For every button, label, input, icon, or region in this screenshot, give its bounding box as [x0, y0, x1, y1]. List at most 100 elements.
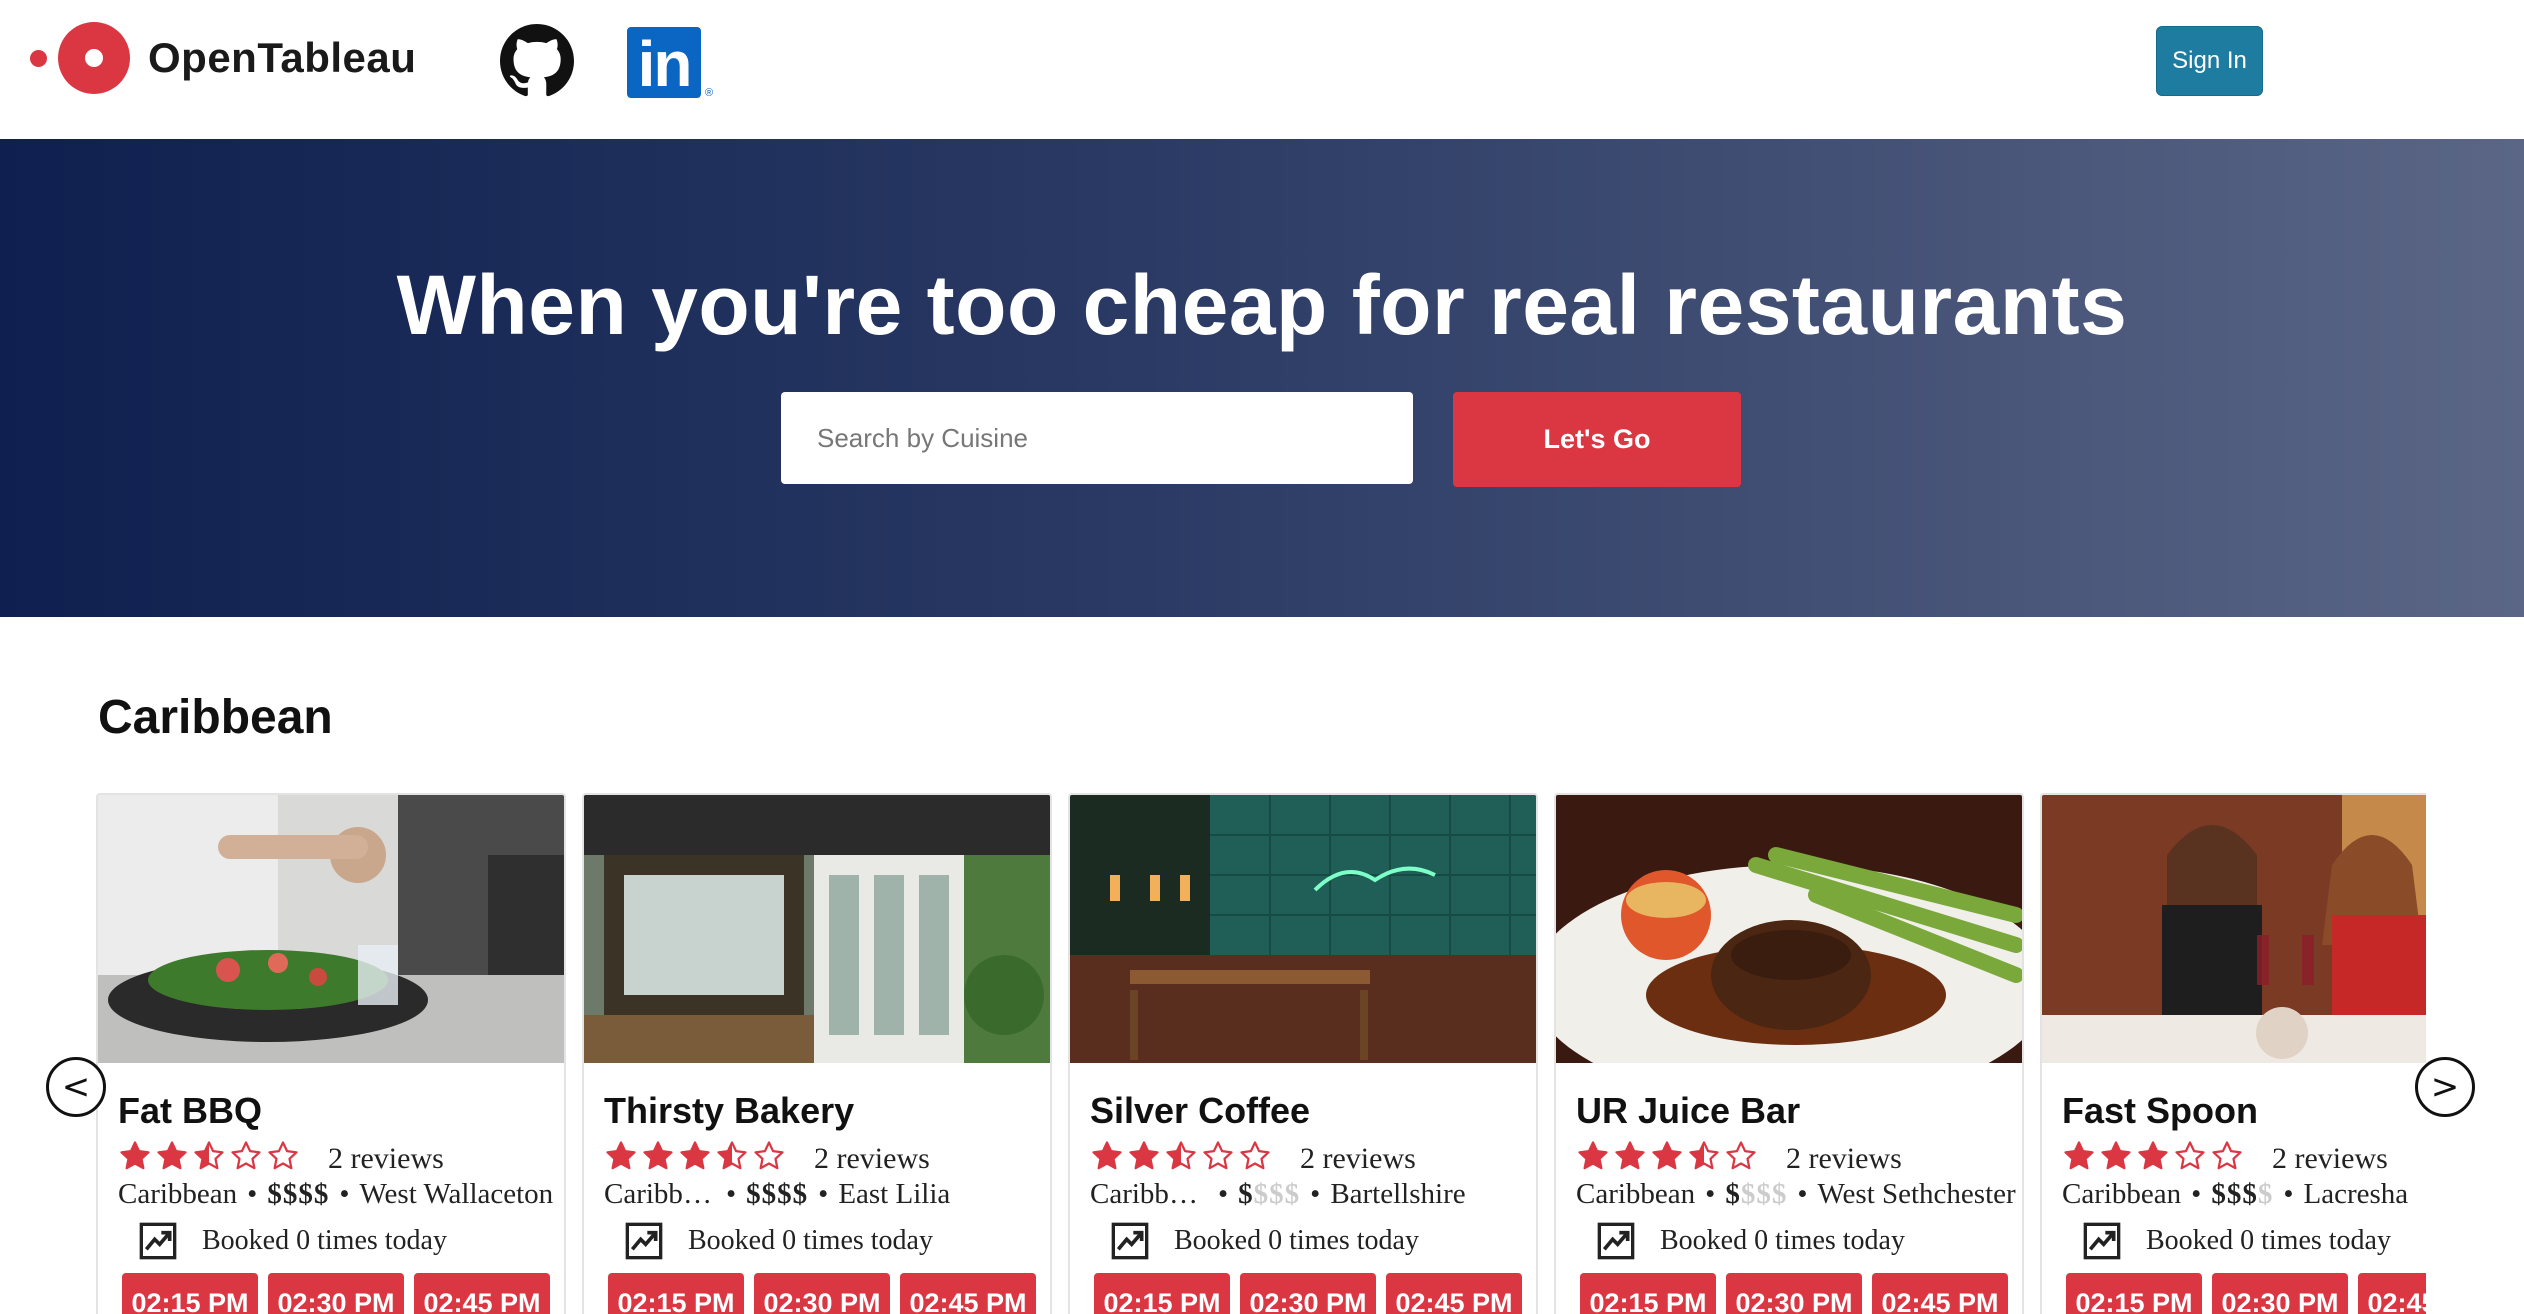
star-half-icon — [717, 1141, 747, 1170]
star-empty-icon — [1203, 1141, 1233, 1170]
price-level: $$$$ — [1238, 1178, 1301, 1210]
linkedin-logo-text: in — [627, 27, 701, 100]
trending-up-icon — [139, 1222, 177, 1260]
restaurant-name[interactable]: Thirsty Bakery — [604, 1090, 854, 1132]
separator-dot: • — [339, 1178, 350, 1210]
cuisine-search-input[interactable] — [781, 392, 1413, 484]
star-full-icon — [643, 1141, 673, 1170]
star-half-icon — [194, 1141, 224, 1170]
time-slot-button[interactable]: 02:45 PM — [1386, 1273, 1522, 1314]
cuisine-label: Caribbean — [2062, 1178, 2182, 1210]
star-rating — [604, 1139, 786, 1173]
restaurant-card[interactable]: Thirsty Bakery 2 reviews Caribbean • $$$… — [582, 793, 1052, 1314]
star-full-icon — [680, 1141, 710, 1170]
lets-go-button[interactable]: Let's Go — [1453, 392, 1741, 487]
carousel-prev-button[interactable]: < — [46, 1057, 106, 1117]
time-slots: 02:15 PM 02:30 PM 02:45 PM — [122, 1273, 550, 1314]
star-full-icon — [2064, 1141, 2094, 1170]
booked-text: Booked 0 times today — [688, 1225, 933, 1256]
star-full-icon — [1615, 1141, 1645, 1170]
restaurant-card[interactable]: Fat BBQ 2 reviews Caribbean • $$$$ • Wes… — [96, 793, 566, 1314]
separator-dot: • — [1705, 1178, 1716, 1210]
star-full-icon — [606, 1141, 636, 1170]
separator-dot: • — [2283, 1178, 2294, 1210]
restaurant-photo — [2042, 795, 2426, 1063]
neighborhood-label: West Sethchester — [1817, 1178, 2016, 1210]
time-slot-button[interactable]: 02:30 PM — [1726, 1273, 1862, 1314]
neighborhood-label: West Wallaceton — [359, 1178, 554, 1210]
time-slot-button[interactable]: 02:15 PM — [1580, 1273, 1716, 1314]
neighborhood-label: Lacresha — [2303, 1178, 2409, 1210]
linkedin-icon[interactable]: in ® — [627, 27, 715, 101]
review-count: 2 reviews — [328, 1142, 444, 1175]
neighborhood-label: East Lilia — [838, 1178, 951, 1210]
review-count: 2 reviews — [1300, 1142, 1416, 1175]
restaurant-name[interactable]: Silver Coffee — [1090, 1090, 1310, 1132]
booked-today: Booked 0 times today — [1110, 1221, 1419, 1261]
star-empty-icon — [268, 1141, 298, 1170]
restaurant-photo — [1556, 795, 2022, 1063]
restaurant-card[interactable]: Silver Coffee 2 reviews Caribbean • $$$$… — [1068, 793, 1538, 1314]
time-slot-button[interactable]: 02:45 PM — [414, 1273, 550, 1314]
star-full-icon — [1092, 1141, 1122, 1170]
time-slot-button[interactable]: 02:30 PM — [754, 1273, 890, 1314]
restaurant-name[interactable]: Fast Spoon — [2062, 1090, 2258, 1132]
neighborhood-label: Bartellshire — [1330, 1178, 1466, 1210]
registered-mark-icon: ® — [705, 87, 714, 99]
restaurant-name[interactable]: UR Juice Bar — [1576, 1090, 1800, 1132]
time-slot-button[interactable]: 02:45 PM — [1872, 1273, 2008, 1314]
brand-logo[interactable]: OpenTableau — [28, 22, 416, 94]
booked-today: Booked 0 times today — [624, 1221, 933, 1261]
time-slot-button[interactable]: 02:15 PM — [1094, 1273, 1230, 1314]
time-slot-button[interactable]: 02:30 PM — [2212, 1273, 2348, 1314]
github-icon[interactable] — [500, 24, 574, 98]
time-slot-button[interactable]: 02:15 PM — [2066, 1273, 2202, 1314]
booked-today: Booked 0 times today — [138, 1221, 447, 1261]
star-full-icon — [157, 1141, 187, 1170]
star-rating — [1090, 1139, 1272, 1173]
separator-dot: • — [2191, 1178, 2202, 1210]
restaurant-meta: Caribbean • $$$$ • East Lilia — [604, 1178, 1044, 1211]
trending-up-icon — [1111, 1222, 1149, 1260]
time-slot-button[interactable]: 02:45 PM — [2358, 1273, 2426, 1314]
price-level: $$$$ — [1725, 1178, 1788, 1210]
booked-text: Booked 0 times today — [2146, 1225, 2391, 1256]
restaurant-meta: Caribbean • $$$$ • West Sethchester — [1576, 1178, 2016, 1211]
top-navbar: OpenTableau in ® Sign In — [0, 0, 2524, 139]
restaurant-photo — [98, 795, 564, 1063]
booked-text: Booked 0 times today — [1174, 1225, 1419, 1256]
star-empty-icon — [231, 1141, 261, 1170]
restaurant-name[interactable]: Fat BBQ — [118, 1090, 262, 1132]
time-slot-button[interactable]: 02:15 PM — [608, 1273, 744, 1314]
star-full-icon — [2101, 1141, 2131, 1170]
carousel-next-button[interactable]: > — [2415, 1057, 2475, 1117]
star-empty-icon — [2212, 1141, 2242, 1170]
price-level: $$$$ — [746, 1178, 809, 1210]
separator-dot: • — [1218, 1178, 1229, 1210]
time-slots: 02:15 PM 02:30 PM 02:45 PM — [2066, 1273, 2426, 1314]
cuisine-label: Caribbean — [604, 1178, 716, 1210]
time-slot-button[interactable]: 02:45 PM — [900, 1273, 1036, 1314]
restaurant-carousel: Fat BBQ 2 reviews Caribbean • $$$$ • Wes… — [96, 793, 2426, 1314]
booked-text: Booked 0 times today — [1660, 1225, 1905, 1256]
restaurant-card[interactable]: UR Juice Bar 2 reviews Caribbean • $$$$ … — [1554, 793, 2024, 1314]
restaurant-photo — [1070, 795, 1536, 1063]
star-rating — [2062, 1139, 2244, 1173]
review-count: 2 reviews — [814, 1142, 930, 1175]
cuisine-label: Caribbean — [1090, 1178, 1208, 1210]
star-empty-icon — [2175, 1141, 2205, 1170]
sign-in-button[interactable]: Sign In — [2156, 26, 2263, 96]
star-full-icon — [2138, 1141, 2168, 1170]
time-slot-button[interactable]: 02:15 PM — [122, 1273, 258, 1314]
restaurant-card[interactable]: Fast Spoon 2 reviews Caribbean • $$$$ • … — [2040, 793, 2426, 1314]
review-count: 2 reviews — [1786, 1142, 1902, 1175]
star-empty-icon — [1240, 1141, 1270, 1170]
time-slot-button[interactable]: 02:30 PM — [268, 1273, 404, 1314]
time-slot-button[interactable]: 02:30 PM — [1240, 1273, 1376, 1314]
restaurant-meta: Caribbean • $$$$ • Bartellshire — [1090, 1178, 1530, 1211]
star-half-icon — [1166, 1141, 1196, 1170]
restaurant-meta: Caribbean • $$$$ • Lacresha — [2062, 1178, 2426, 1211]
time-slots: 02:15 PM 02:30 PM 02:45 PM — [608, 1273, 1036, 1314]
cuisine-label: Caribbean — [1576, 1178, 1696, 1210]
review-count: 2 reviews — [2272, 1142, 2388, 1175]
